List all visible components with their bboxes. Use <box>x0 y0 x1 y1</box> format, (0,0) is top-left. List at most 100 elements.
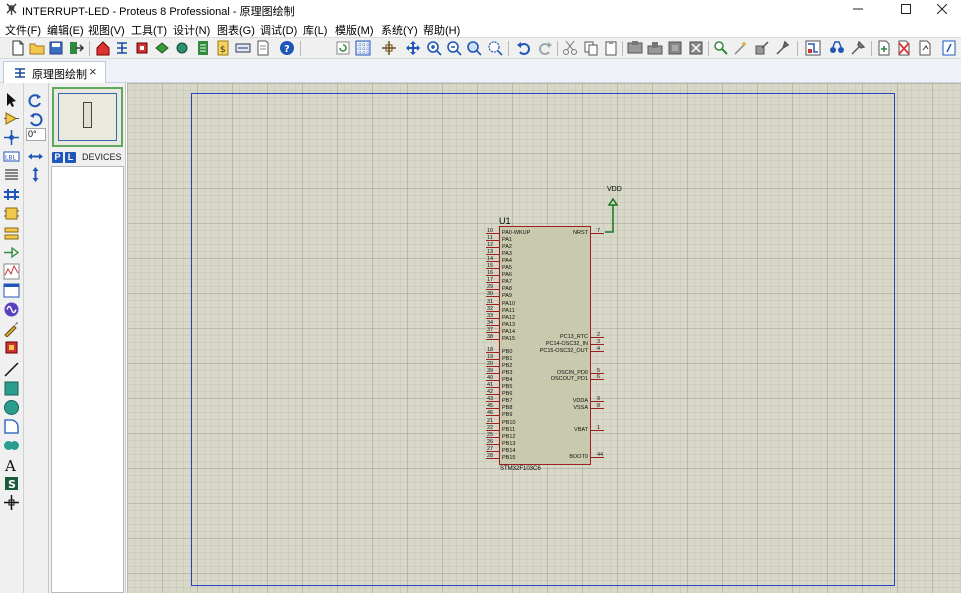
3d-view-button[interactable] <box>154 40 170 56</box>
help-button[interactable]: ? <box>279 40 295 56</box>
undo-button[interactable] <box>516 40 532 56</box>
selection-mode-button[interactable] <box>3 91 20 108</box>
pin-number: 21 <box>487 417 494 424</box>
box-2d-button[interactable] <box>3 380 20 397</box>
buses-button[interactable] <box>3 186 20 203</box>
subcircuit-button[interactable] <box>3 205 20 222</box>
pick-library-button[interactable]: P <box>52 152 63 163</box>
path-2d-button[interactable] <box>3 437 20 454</box>
pin-number: 6 <box>597 374 601 380</box>
search-tag-icon <box>830 41 844 53</box>
zoom-out-button[interactable] <box>446 40 462 56</box>
cut-button[interactable] <box>562 40 578 56</box>
rotate-anticlockwise-button[interactable] <box>27 111 44 128</box>
pin-name: VDDA <box>572 398 588 404</box>
zoom-all-button[interactable] <box>466 40 482 56</box>
exit-to-parent-button[interactable] <box>917 40 933 56</box>
design-explorer-button[interactable] <box>235 40 251 56</box>
refresh-button[interactable] <box>335 40 351 56</box>
pcb-icon <box>136 42 148 54</box>
bom-button[interactable] <box>195 40 211 56</box>
home-button[interactable] <box>95 40 111 56</box>
new-sheet-button[interactable] <box>876 40 892 56</box>
origin-button[interactable] <box>381 40 397 56</box>
circle-2d-button[interactable] <box>3 399 20 416</box>
vdd-power-terminal[interactable] <box>605 195 621 235</box>
delete-sheet-button[interactable] <box>896 40 912 56</box>
symbol-2d-button[interactable]: S <box>3 475 20 492</box>
block-copy-button[interactable] <box>627 40 643 56</box>
zoom-area-button[interactable] <box>487 40 503 56</box>
menu-design[interactable]: 设计(N) <box>173 22 210 38</box>
mirror-vertical-button[interactable] <box>27 166 44 183</box>
junction-dot-button[interactable] <box>3 129 20 146</box>
menu-help[interactable]: 帮助(H) <box>423 22 460 38</box>
grid-toggle-button[interactable] <box>355 40 371 56</box>
copy-button[interactable] <box>583 40 599 56</box>
pick-device-button[interactable] <box>713 40 729 56</box>
proteus-logo-icon <box>6 3 17 15</box>
tab-close-button[interactable]: × <box>89 64 97 79</box>
make-device-button[interactable] <box>733 40 749 56</box>
voltage-probe-button[interactable] <box>3 320 20 337</box>
menu-template[interactable]: 模版(M) <box>335 22 374 38</box>
decompose-button[interactable] <box>774 40 790 56</box>
property-assign-button[interactable] <box>850 40 866 56</box>
block-delete-button[interactable] <box>688 40 704 56</box>
menu-debug[interactable]: 调试(D) <box>260 22 297 38</box>
devices-list[interactable] <box>51 166 124 593</box>
schematic-canvas[interactable]: VDD U1 STM32F103C6 10 PA0-WKUP 11 PA1 12 PA2 1… <box>127 83 961 593</box>
open-button[interactable] <box>29 40 45 56</box>
terminals-button[interactable] <box>3 225 20 242</box>
design-notes-button[interactable] <box>255 40 271 56</box>
block-rotate-button[interactable] <box>667 40 683 56</box>
rotate-clockwise-button[interactable] <box>27 92 44 109</box>
menu-tools[interactable]: 工具(T) <box>131 22 167 38</box>
menu-graph[interactable]: 图表(G) <box>217 22 255 38</box>
mirror-horizontal-button[interactable] <box>27 148 44 165</box>
menu-edit[interactable]: 编辑(E) <box>47 22 84 38</box>
gerber-button[interactable] <box>174 40 190 56</box>
rotation-angle-field[interactable]: 0° <box>26 128 46 141</box>
maximize-button[interactable] <box>891 0 921 19</box>
block-move-button[interactable] <box>647 40 663 56</box>
wire-autorouter-button[interactable] <box>805 40 821 56</box>
new-file-button[interactable] <box>10 40 26 56</box>
menu-system[interactable]: 系统(Y) <box>381 22 418 38</box>
device-pins-button[interactable] <box>3 244 20 261</box>
graph-button[interactable] <box>3 263 20 280</box>
menu-library[interactable]: 库(L) <box>303 22 327 38</box>
generator-button[interactable] <box>3 301 20 318</box>
redo-button[interactable] <box>537 40 553 56</box>
wire-label-button[interactable]: LBL <box>3 148 20 165</box>
source-code-button[interactable]: $ <box>215 40 231 56</box>
line-2d-button[interactable] <box>3 361 20 378</box>
menu-view[interactable]: 视图(V) <box>88 22 125 38</box>
search-tag-button[interactable] <box>829 40 845 56</box>
devices-header: P L DEVICES <box>49 151 126 165</box>
netlist-to-pcb-button[interactable] <box>941 40 957 56</box>
pcb-button[interactable] <box>134 40 150 56</box>
library-manager-button[interactable]: L <box>65 152 76 163</box>
package-tool-button[interactable] <box>754 40 770 56</box>
current-probe-button[interactable] <box>3 339 20 356</box>
overview-window[interactable] <box>52 87 123 147</box>
paste-button[interactable] <box>603 40 619 56</box>
tab-schematic-capture[interactable]: 原理图绘制 × <box>3 61 106 83</box>
text-script-button[interactable] <box>3 167 20 184</box>
import-button[interactable] <box>68 40 84 56</box>
zoom-in-button[interactable] <box>426 40 442 56</box>
component-mode-button[interactable] <box>3 110 20 127</box>
line-2d-icon <box>4 362 19 377</box>
save-button[interactable] <box>48 40 64 56</box>
pan-button[interactable] <box>405 40 421 56</box>
schematic-button[interactable] <box>114 40 130 56</box>
arc-2d-button[interactable] <box>3 418 20 435</box>
close-button[interactable] <box>927 0 957 19</box>
tape-recorder-button[interactable] <box>3 282 20 299</box>
menu-file[interactable]: 文件(F) <box>5 22 41 38</box>
text-2d-button[interactable]: A <box>3 456 20 473</box>
minimize-button[interactable] <box>843 0 873 19</box>
svg-text:A: A <box>4 457 16 473</box>
markers-button[interactable] <box>3 494 20 511</box>
